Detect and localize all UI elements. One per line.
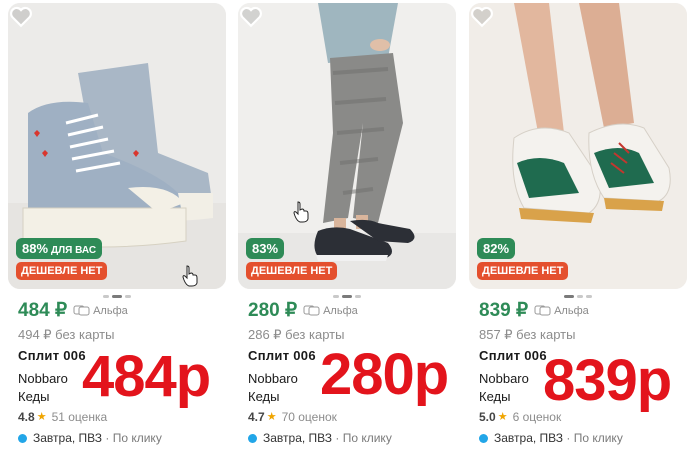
pager-dot (333, 295, 339, 298)
cheaper-badge: ДЕШЕВЛЕ НЕТ (477, 262, 569, 280)
product-photo[interactable]: 82% ДЕШЕВЛЕ НЕТ (469, 3, 687, 289)
pager-dot (586, 295, 592, 298)
delivery-info: Завтра, ПВЗ · По клику (18, 430, 226, 447)
price: 484 ₽ (18, 300, 68, 321)
product-photo[interactable]: 83% ДЕШЕВЛЕ НЕТ (238, 3, 456, 289)
heart-icon[interactable] (469, 3, 495, 29)
bank-offer: Альфа (534, 305, 589, 317)
discount-badge: 88% ДЛЯ ВАС (16, 238, 103, 259)
price: 839 ₽ (479, 300, 529, 321)
pager-dot (112, 295, 122, 298)
star-icon: ★ (266, 411, 277, 423)
cheaper-badge: ДЕШЕВЛЕ НЕТ (246, 262, 338, 280)
hand-cursor-icon (182, 265, 198, 287)
delivery-info: Завтра, ПВЗ · По клику (248, 430, 456, 447)
overlay-price-annotation: 280р (320, 342, 449, 407)
delivery-info: Завтра, ПВЗ · По клику (479, 430, 687, 447)
card-icon (73, 305, 90, 316)
rating: 4.7 ★ 70 оценок (248, 410, 337, 424)
image-pager[interactable] (469, 295, 687, 298)
price-without-card: 494 ₽ без карты (18, 327, 115, 342)
delivery-dot-icon (18, 434, 27, 443)
overlay-price-annotation: 484р (82, 344, 211, 409)
product-photo[interactable]: 88% ДЛЯ ВАС ДЕШЕВЛЕ НЕТ (8, 3, 226, 289)
card-icon (303, 305, 320, 316)
heart-icon[interactable] (8, 3, 34, 29)
discount-badge: 82% (477, 238, 516, 259)
pager-dot (355, 295, 361, 298)
hand-cursor-icon (293, 201, 309, 223)
rating: 4.8 ★ 51 оценка (18, 410, 108, 424)
pager-dot (103, 295, 109, 298)
bank-offer: Альфа (303, 305, 358, 317)
pager-dot (564, 295, 574, 298)
delivery-dot-icon (479, 434, 488, 443)
delivery-dot-icon (248, 434, 257, 443)
pager-dot (342, 295, 352, 298)
price: 280 ₽ (248, 300, 298, 321)
heart-icon[interactable] (238, 3, 264, 29)
discount-badge: 83% (246, 238, 285, 259)
star-icon: ★ (36, 411, 47, 423)
cheaper-badge: ДЕШЕВЛЕ НЕТ (16, 262, 108, 280)
card-icon (534, 305, 551, 316)
bank-offer: Альфа (73, 305, 128, 317)
overlay-price-annotation: 839р (543, 348, 672, 413)
star-icon: ★ (497, 411, 508, 423)
image-pager[interactable] (8, 295, 226, 298)
pager-dot (577, 295, 583, 298)
price-without-card: 857 ₽ без карты (479, 327, 576, 342)
image-pager[interactable] (238, 295, 456, 298)
pager-dot (125, 295, 131, 298)
